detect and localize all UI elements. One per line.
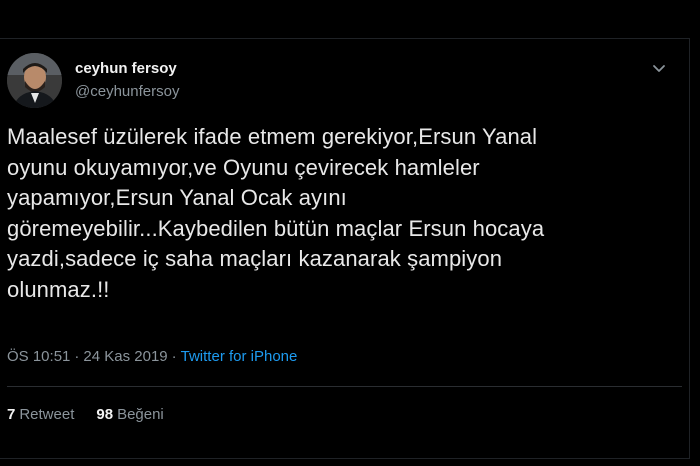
meta-separator: · bbox=[171, 348, 177, 365]
retweet-label: Retweet bbox=[19, 406, 75, 423]
user-handle[interactable]: @ceyhunfersoy bbox=[75, 83, 179, 100]
tweet-card: ceyhun fersoy @ceyhunfersoy Maalesef üzü… bbox=[0, 39, 689, 458]
avatar[interactable] bbox=[7, 53, 62, 108]
tweet-text: Maalesef üzülerek ifade etmem gerekiyor,… bbox=[7, 124, 545, 302]
frame-right-border bbox=[689, 38, 690, 458]
tweet-metadata: ÖS 10:51 · 24 Kas 2019 · Twitter for iPhone bbox=[7, 348, 297, 365]
like-label: Beğeni bbox=[117, 406, 164, 423]
tweet-time[interactable]: ÖS 10:51 bbox=[7, 348, 70, 365]
tweet-source-link[interactable]: Twitter for iPhone bbox=[181, 348, 298, 365]
tweet-date[interactable]: 24 Kas 2019 bbox=[83, 348, 167, 365]
like-stat[interactable]: 98 Beğeni bbox=[96, 406, 163, 423]
avatar-image bbox=[7, 53, 62, 108]
meta-separator: · bbox=[74, 348, 80, 365]
retweet-count: 7 bbox=[7, 406, 16, 423]
tweet-stats: 7 Retweet 98 Beğeni bbox=[7, 406, 164, 423]
display-name[interactable]: ceyhun fersoy bbox=[75, 60, 177, 77]
frame-bottom-border bbox=[0, 458, 690, 459]
like-count: 98 bbox=[96, 406, 114, 423]
divider bbox=[7, 386, 682, 387]
retweet-stat[interactable]: 7 Retweet bbox=[7, 406, 74, 423]
chevron-down-icon[interactable] bbox=[648, 57, 670, 79]
